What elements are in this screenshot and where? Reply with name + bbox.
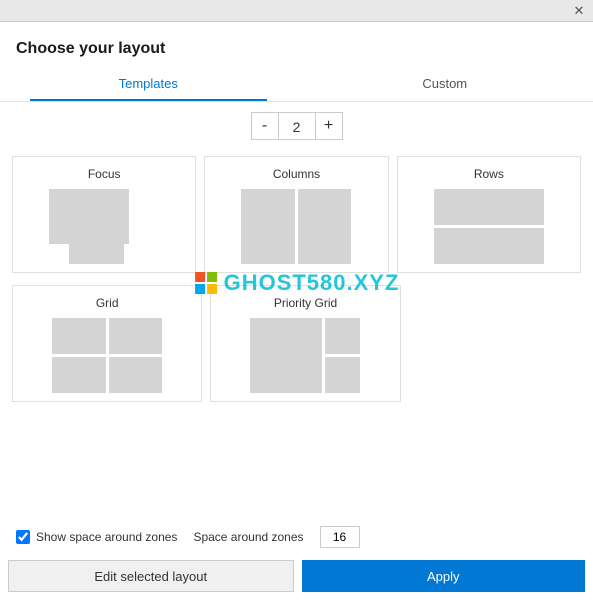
decrement-button[interactable]: - [251,112,279,140]
grid-preview [21,318,193,393]
tabs: Templates Custom [0,66,593,102]
rows-label: Rows [474,167,504,181]
focus-visual [49,189,159,264]
dialog-header: Choose your layout [0,22,593,66]
grid-cell-4 [109,357,163,393]
focus-small-pane [69,229,124,264]
row-pane-2 [434,228,544,264]
tab-templates[interactable]: Templates [0,66,297,101]
edit-layout-button[interactable]: Edit selected layout [8,560,294,592]
count-row: - 2 + [0,102,593,152]
show-space-checkbox[interactable] [16,530,30,544]
dialog: Choose your layout Templates Custom - 2 … [0,22,593,600]
close-button[interactable]: ✕ [571,3,587,19]
footer-buttons: Edit selected layout Apply [0,552,593,600]
columns-preview [213,189,379,264]
count-value: 2 [279,112,315,140]
focus-label: Focus [88,167,121,181]
increment-button[interactable]: + [315,112,343,140]
space-around-input[interactable] [320,526,360,548]
grid-cell-2 [109,318,163,354]
layout-card-grid[interactable]: Grid [12,285,202,402]
layouts-row-2: Grid Priority Grid [8,281,585,406]
space-around-label: Space around zones [193,530,303,544]
col-pane-1 [241,189,295,264]
grid-label: Grid [96,296,119,310]
layout-card-focus[interactable]: Focus [12,156,196,273]
focus-preview [21,189,187,264]
grid-visual [52,318,162,393]
dialog-title: Choose your layout [16,40,165,57]
priority-small-1 [325,318,361,354]
rows-preview [406,189,572,264]
empty-slot [409,285,581,402]
show-space-label[interactable]: Show space around zones [16,530,177,544]
tab-custom[interactable]: Custom [297,66,593,101]
grid-cell-3 [52,357,106,393]
rows-visual [434,189,544,264]
title-bar: ✕ [0,0,593,22]
columns-label: Columns [273,167,320,181]
layouts-grid: Focus Columns [0,152,593,518]
apply-button[interactable]: Apply [302,560,586,592]
grid-cell-1 [52,318,106,354]
priority-main-pane [250,318,321,393]
priority-grid-label: Priority Grid [274,296,337,310]
layout-card-columns[interactable]: Columns [204,156,388,273]
priority-grid-preview [219,318,391,393]
columns-visual [241,189,351,264]
bottom-options: Show space around zones Space around zon… [0,518,593,552]
layouts-row-1: Focus Columns [8,152,585,277]
layout-card-priority-grid[interactable]: Priority Grid [210,285,400,402]
layout-card-rows[interactable]: Rows [397,156,581,273]
priority-small-2 [325,357,361,393]
row-pane-1 [434,189,544,225]
col-pane-2 [298,189,352,264]
priority-grid-visual [250,318,360,393]
